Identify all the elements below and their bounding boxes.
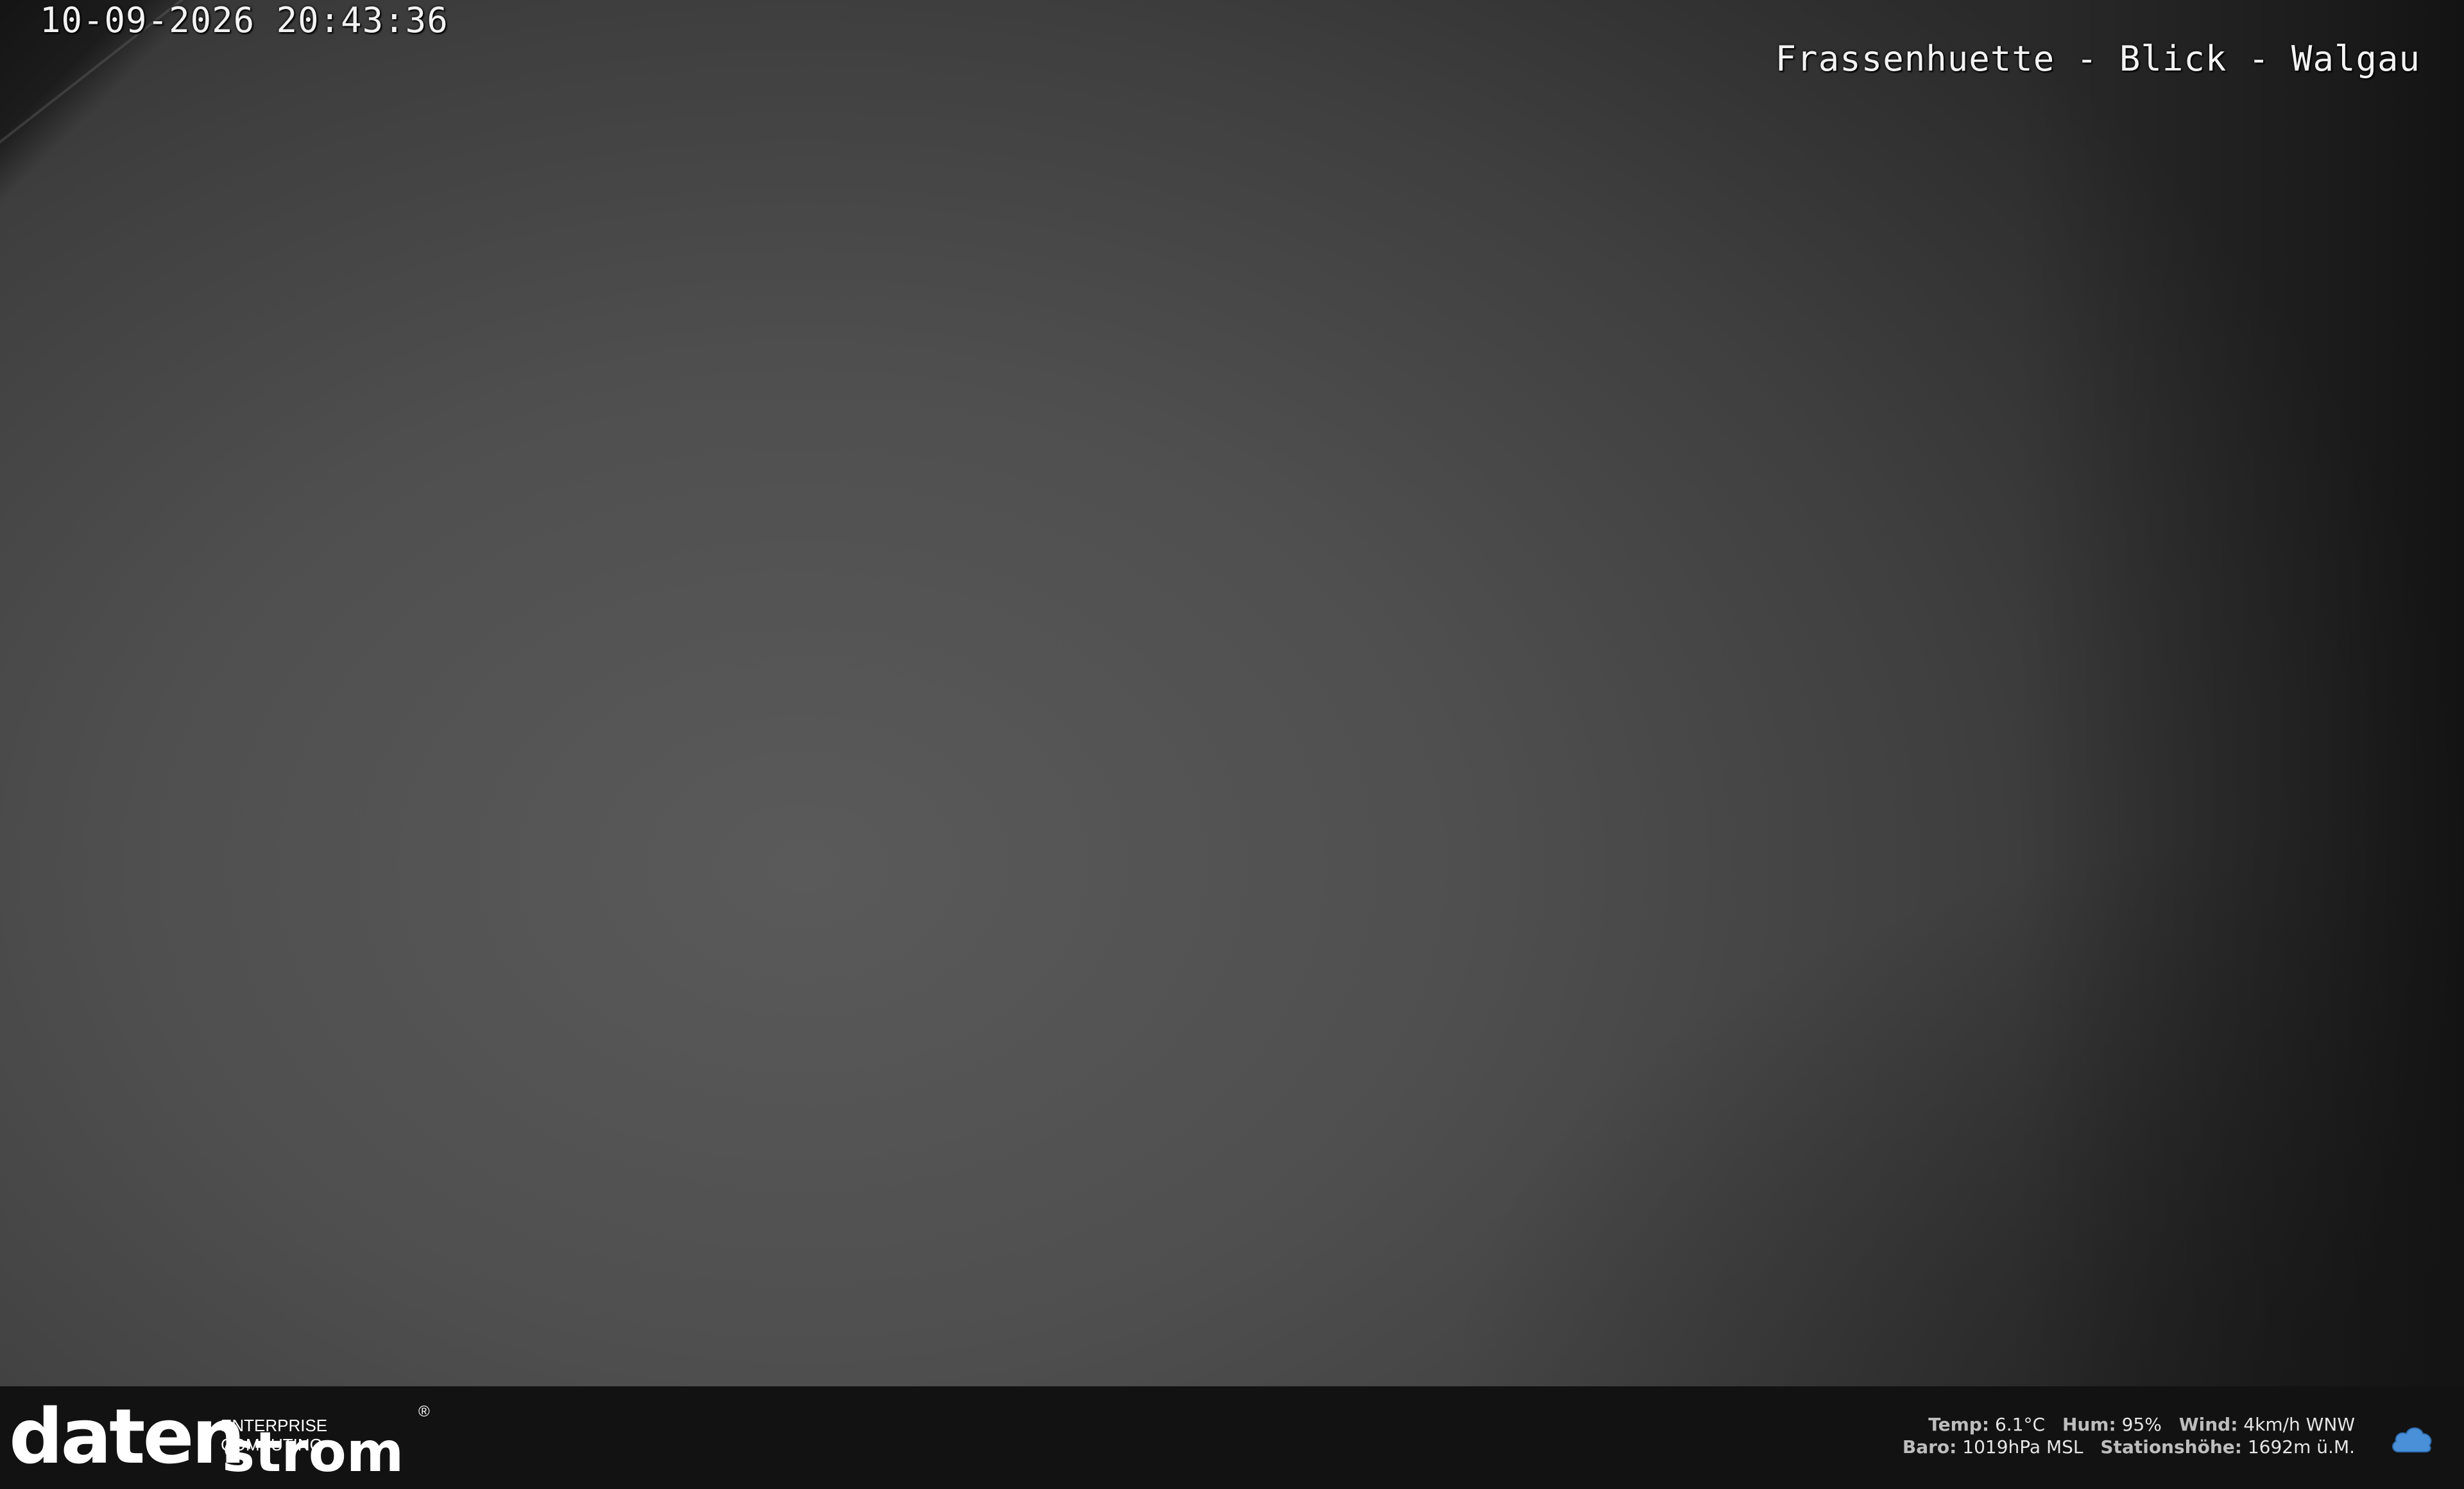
temp-value: 6.1°C <box>1994 1414 2046 1435</box>
weather-info: Temp: 6.1°C Hum: 95% Wind: 4km/h WNW Bar… <box>1903 1413 2355 1458</box>
logo-word-daten: daten <box>9 1392 246 1481</box>
weather-line-1: Temp: 6.1°C Hum: 95% Wind: 4km/h WNW <box>1903 1413 2355 1436</box>
wind-label: Wind: <box>2178 1414 2238 1435</box>
logo-registered-mark: ® <box>418 1403 430 1420</box>
vignette-bottom-right <box>1437 809 2464 1386</box>
footer-bar: daten ENTERPRISE COMPUTING strom ® Temp:… <box>0 1386 2464 1489</box>
baro-label: Baro: <box>1902 1436 1957 1458</box>
cloud-icon <box>2392 1427 2432 1452</box>
altitude-value: 1692m ü.M. <box>2247 1436 2355 1458</box>
altitude-label: Stationshöhe: <box>2100 1436 2242 1458</box>
wind-value: 4km/h WNW <box>2243 1414 2355 1435</box>
humidity-label: Hum: <box>2062 1414 2116 1435</box>
weather-line-2: Baro: 1019hPa MSL Stationshöhe: 1692m ü.… <box>1903 1436 2355 1458</box>
webcam-image: 10-09-2026 20:43:36 Frassenhuette - Blic… <box>0 0 2464 1386</box>
datenstrom-logo[interactable]: daten ENTERPRISE COMPUTING strom ® <box>9 1392 432 1481</box>
humidity-value: 95% <box>2121 1414 2162 1435</box>
logo-word-strom: strom <box>222 1420 404 1485</box>
temp-label: Temp: <box>1928 1414 1990 1435</box>
baro-value: 1019hPa MSL <box>1962 1436 2083 1458</box>
camera-title-overlay: Frassenhuette - Blick - Walgau <box>1775 39 2420 79</box>
timestamp-overlay: 10-09-2026 20:43:36 <box>40 0 449 40</box>
